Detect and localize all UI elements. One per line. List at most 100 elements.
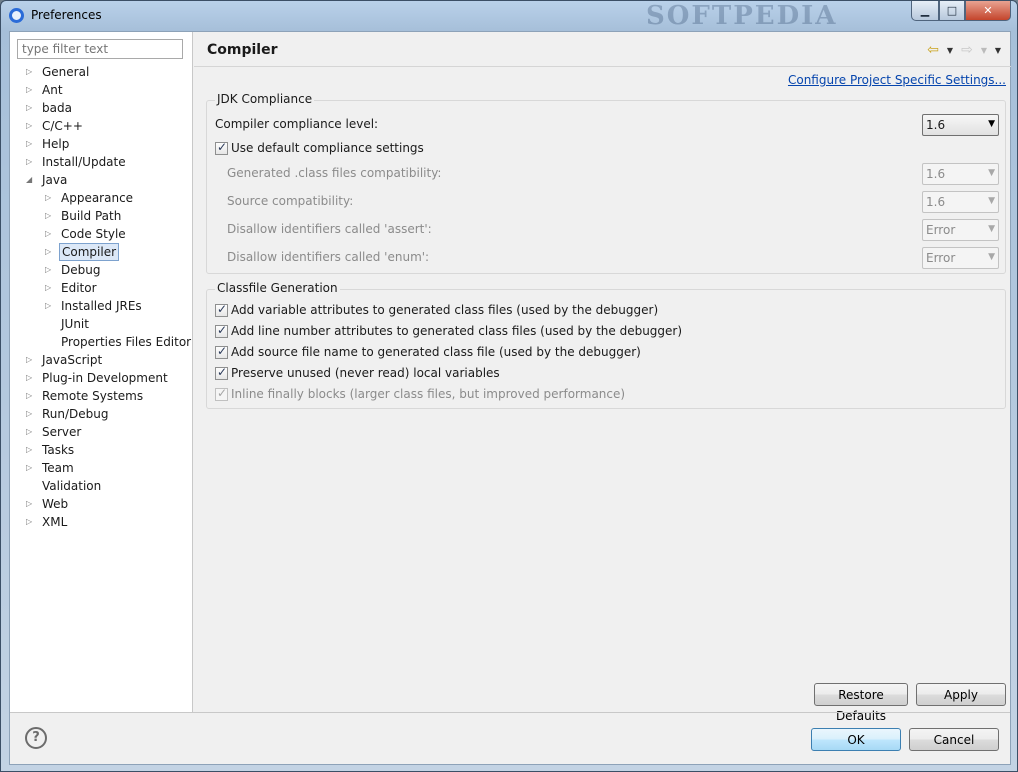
preferences-tree-pane: ▷ General ▷ Ant ▷ bada ▷ C/C++ ▷ Help bbox=[10, 32, 193, 712]
tree-item-label-selected: Compiler bbox=[59, 243, 120, 261]
expand-arrow-icon[interactable]: ▷ bbox=[45, 243, 55, 261]
compiler-settings-pane: Compiler ⇦ ▼ ⇨ ▼ ▼ Configure Project Spe… bbox=[194, 32, 1011, 723]
tree-item-label: JavaScript bbox=[42, 353, 103, 367]
checkbox-label: Use default compliance settings bbox=[231, 141, 424, 155]
expand-arrow-icon[interactable]: ▷ bbox=[26, 387, 36, 405]
checkbox-label: Add source file name to generated class … bbox=[231, 345, 641, 359]
expand-arrow-icon[interactable]: ▷ bbox=[45, 189, 55, 207]
expand-arrow-icon[interactable]: ▷ bbox=[26, 513, 36, 531]
expand-arrow-icon[interactable]: ▷ bbox=[45, 297, 55, 315]
tree-item-label: Remote Systems bbox=[42, 389, 144, 403]
tree-item-label: XML bbox=[42, 515, 68, 529]
chevron-down-icon: ▼ bbox=[988, 168, 995, 178]
line-number-attributes-checkbox[interactable]: Add line number attributes to generated … bbox=[215, 323, 682, 338]
page-navigation: ⇦ ▼ ⇨ ▼ ▼ bbox=[925, 42, 1003, 58]
ok-button[interactable]: OK bbox=[811, 728, 901, 751]
tree-item-label: Properties Files Editor bbox=[61, 335, 192, 349]
expand-arrow-icon[interactable]: ▷ bbox=[26, 81, 36, 99]
checkbox-label: Inline finally blocks (larger class file… bbox=[231, 387, 626, 401]
source-file-name-checkbox[interactable]: Add source file name to generated class … bbox=[215, 344, 641, 359]
disallow-enum-select[interactable]: Error ▼ bbox=[922, 247, 999, 269]
tree-item-label: Ant bbox=[42, 83, 63, 97]
expand-arrow-icon[interactable]: ▷ bbox=[26, 99, 36, 117]
tree-item-label: Installed JREs bbox=[61, 299, 142, 313]
forward-arrow-icon[interactable]: ⇨ bbox=[959, 42, 975, 58]
title-bar[interactable]: Preferences SOFTPEDIA ▁ □ ✕ bbox=[1, 1, 1017, 31]
generated-compat-select[interactable]: 1.6 ▼ bbox=[922, 163, 999, 185]
source-compat-select[interactable]: 1.6 ▼ bbox=[922, 191, 999, 213]
header-separator bbox=[194, 66, 1011, 67]
disallow-enum-value: Error bbox=[926, 251, 956, 265]
expand-arrow-icon[interactable]: ▷ bbox=[26, 63, 36, 81]
checkbox-checked[interactable] bbox=[215, 302, 228, 317]
source-compat-label: Source compatibility: bbox=[227, 194, 354, 208]
close-button[interactable]: ✕ bbox=[965, 1, 1011, 21]
checkbox-checked[interactable] bbox=[215, 365, 228, 380]
minimize-button[interactable]: ▁ bbox=[911, 1, 939, 21]
expand-arrow-icon[interactable]: ▷ bbox=[26, 441, 36, 459]
expand-arrow-icon[interactable]: ▷ bbox=[26, 117, 36, 135]
checkbox-checked[interactable] bbox=[215, 140, 228, 155]
eclipse-icon bbox=[9, 8, 24, 23]
variable-attributes-checkbox[interactable]: Add variable attributes to generated cla… bbox=[215, 302, 659, 317]
tree-item-label: Java bbox=[42, 173, 68, 187]
checkbox-checked-disabled[interactable] bbox=[215, 386, 228, 401]
configure-project-specific-settings-link[interactable]: Configure Project Specific Settings... bbox=[788, 73, 1006, 87]
tree-item-label: Code Style bbox=[61, 227, 126, 241]
maximize-button[interactable]: □ bbox=[939, 1, 965, 21]
collapse-arrow-icon[interactable]: ◢ bbox=[26, 171, 36, 189]
checkbox-label: Add variable attributes to generated cla… bbox=[231, 303, 659, 317]
disallow-assert-label: Disallow identifiers called 'assert': bbox=[227, 222, 432, 236]
expand-arrow-icon[interactable]: ▷ bbox=[26, 135, 36, 153]
inline-finally-blocks-checkbox[interactable]: Inline finally blocks (larger class file… bbox=[215, 386, 626, 401]
tree-item-label: Server bbox=[42, 425, 82, 439]
apply-button[interactable]: Apply bbox=[916, 683, 1006, 706]
compliance-level-select[interactable]: 1.6 ▼ bbox=[922, 114, 999, 136]
jdk-compliance-title: JDK Compliance bbox=[215, 92, 315, 106]
filter-input[interactable] bbox=[17, 39, 183, 59]
expand-arrow-icon[interactable]: ▷ bbox=[26, 495, 36, 513]
chevron-down-icon: ▼ bbox=[988, 119, 995, 129]
expand-arrow-icon[interactable]: ▷ bbox=[45, 207, 55, 225]
expand-arrow-icon[interactable]: ▷ bbox=[26, 153, 36, 171]
disallow-assert-select[interactable]: Error ▼ bbox=[922, 219, 999, 241]
expand-arrow-icon[interactable]: ▷ bbox=[45, 225, 55, 243]
expand-arrow-icon[interactable]: ▷ bbox=[45, 279, 55, 297]
tree-item-label: Debug bbox=[61, 263, 101, 277]
source-compat-value: 1.6 bbox=[926, 195, 946, 209]
checkbox-checked[interactable] bbox=[215, 323, 228, 338]
preserve-unused-locals-checkbox[interactable]: Preserve unused (never read) local varia… bbox=[215, 365, 500, 380]
cancel-button[interactable]: Cancel bbox=[909, 728, 999, 751]
softpedia-watermark: SOFTPEDIA bbox=[646, 1, 838, 31]
expand-arrow-icon[interactable]: ▷ bbox=[26, 369, 36, 387]
expand-arrow-icon[interactable]: ▷ bbox=[26, 423, 36, 441]
expand-arrow-icon[interactable]: ▷ bbox=[26, 351, 36, 369]
preferences-window: Preferences SOFTPEDIA ▁ □ ✕ ▷ General ▷ … bbox=[0, 0, 1018, 772]
tree-item-label: Editor bbox=[61, 281, 97, 295]
dialog-client-area: ▷ General ▷ Ant ▷ bada ▷ C/C++ ▷ Help bbox=[9, 31, 1011, 765]
tree-item-label: bada bbox=[42, 101, 72, 115]
footer-separator bbox=[10, 712, 1010, 713]
back-arrow-icon[interactable]: ⇦ bbox=[925, 42, 941, 58]
page-title: Compiler bbox=[207, 42, 278, 58]
classfile-generation-group: Classfile Generation Add variable attrib… bbox=[206, 281, 1006, 409]
forward-history-dropdown-icon[interactable]: ▼ bbox=[979, 46, 989, 55]
expand-arrow-icon[interactable]: ▷ bbox=[26, 405, 36, 423]
generated-compat-label: Generated .class files compatibility: bbox=[227, 166, 442, 180]
checkbox-checked[interactable] bbox=[215, 344, 228, 359]
restore-defaults-button[interactable]: Restore Defaults bbox=[814, 683, 908, 723]
tree-item-label: General bbox=[42, 65, 90, 79]
chevron-down-icon: ▼ bbox=[988, 196, 995, 206]
disallow-enum-label: Disallow identifiers called 'enum': bbox=[227, 250, 430, 264]
view-menu-icon[interactable]: ▼ bbox=[993, 46, 1003, 55]
checkbox-label: Preserve unused (never read) local varia… bbox=[231, 366, 500, 380]
expand-arrow-icon[interactable]: ▷ bbox=[45, 261, 55, 279]
tree-item-label: Build Path bbox=[61, 209, 122, 223]
help-icon[interactable]: ? bbox=[25, 727, 47, 749]
expand-arrow-icon[interactable]: ▷ bbox=[26, 459, 36, 477]
tree-item-label: Install/Update bbox=[42, 155, 126, 169]
tree-item-label: Help bbox=[42, 137, 70, 151]
back-history-dropdown-icon[interactable]: ▼ bbox=[945, 46, 955, 55]
use-default-compliance-checkbox[interactable]: Use default compliance settings bbox=[215, 140, 424, 155]
